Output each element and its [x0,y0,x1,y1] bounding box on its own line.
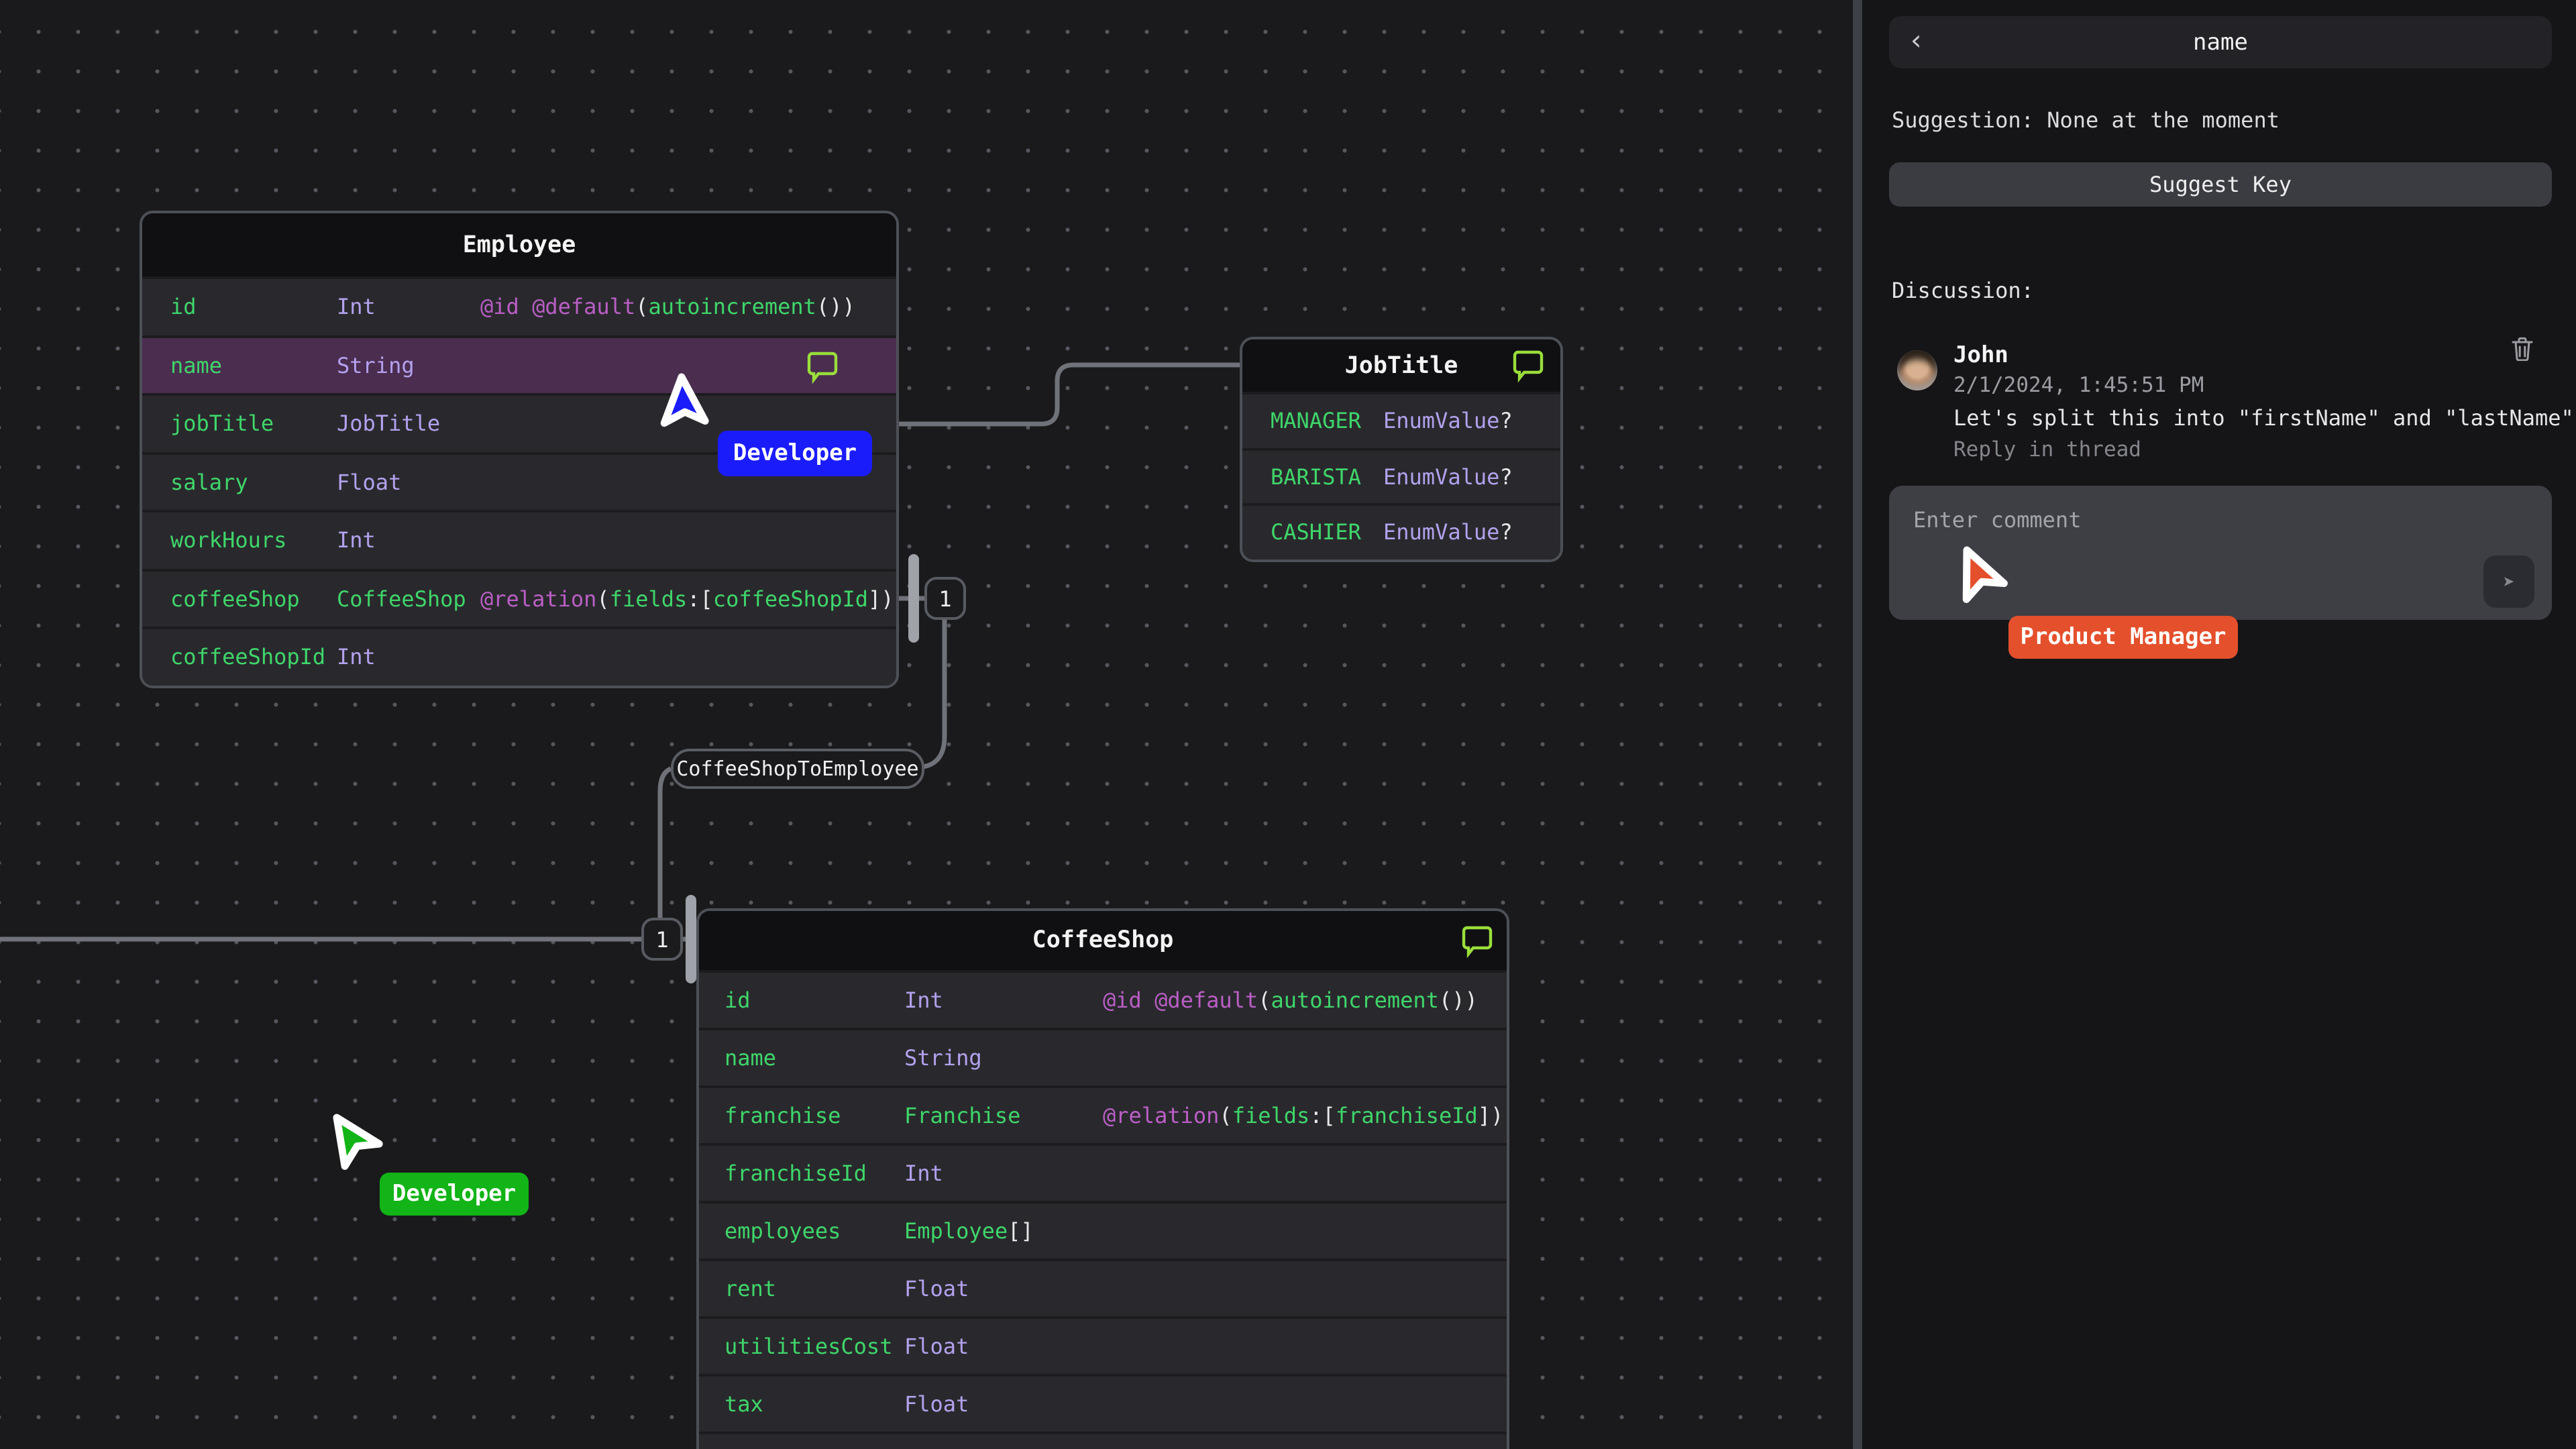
field-detail-sidebar: ‹ name Suggestion: None at the moment Su… [1862,0,2576,1449]
field-type: Float [904,1391,969,1417]
wire-label-to-coffeeshop [657,766,672,918]
enum-value-type: EnumValue? [1383,408,1513,434]
back-chevron-icon[interactable]: ‹ [1908,21,1925,60]
discussion-heading: Discussion: [1892,278,2034,303]
table-row-selected[interactable]: name String [142,335,896,393]
wire-badge-to-label [917,620,947,770]
schema-canvas[interactable]: Employee id Int @id @default(autoincreme… [0,0,1853,1449]
field-name: employees [724,1218,841,1244]
field-type: String [337,352,415,378]
field-type: Float [337,469,402,495]
send-comment-button[interactable]: ➤ [2483,555,2534,608]
table-row[interactable]: name String [699,1028,1507,1085]
field-type: Float [904,1334,969,1359]
table-row[interactable]: MANAGER EnumValue? [1242,392,1560,448]
table-row[interactable]: id Int @id @default(autoincrement()) [699,970,1507,1028]
field-type: Franchise [904,1103,1021,1128]
suggestion-text: Suggestion: None at the moment [1892,107,2279,133]
field-type: JobTitle [337,411,441,437]
field-attributes: @id @default(autoincrement()) [1103,987,1478,1013]
sidebar-title: name [2193,29,2248,56]
field-name: franchiseId [724,1161,867,1186]
comment-author: John [1953,342,2008,369]
field-name: id [724,987,751,1013]
cardinality-badge: 1 [924,577,966,620]
table-row[interactable]: workHours Int [142,510,896,568]
field-name: franchise [724,1103,841,1128]
table-header[interactable]: Employee [142,213,896,276]
field-name: rent [724,1276,777,1301]
cursor-label-product-manager: Product Manager [2008,616,2238,659]
field-attributes: @id @default(autoincrement()) [480,294,855,320]
comment-body: Let's split this into "firstName" and "l… [1953,405,2574,431]
field-attributes: @relation(fields:[franchiseId]) [1103,1103,1504,1128]
table-title: JobTitle [1344,352,1458,379]
field-name: id [170,294,197,320]
field-name: tax [724,1391,763,1417]
table-row[interactable]: employees Employee[] [699,1201,1507,1258]
field-name: utilitiesCost [724,1334,893,1359]
field-type: Employee[] [904,1218,1034,1244]
relation-label[interactable]: CoffeeShopToEmployee [671,749,924,789]
field-type: Int [337,644,376,670]
cursor-label-developer: Developer [380,1173,529,1216]
comment-bubble-icon[interactable] [1512,349,1544,382]
table-row[interactable]: franchiseId Int [699,1143,1507,1201]
table-title: CoffeeShop [1032,927,1174,954]
delete-comment-icon[interactable] [2512,337,2533,362]
table-row[interactable]: franchise Franchise @relation(fields:[fr… [699,1085,1507,1143]
wire-employee-jobtitle [899,362,1240,427]
table-row[interactable]: utilitiesCost Float [699,1316,1507,1374]
field-name: name [724,1045,777,1071]
field-type: CoffeeShop [337,586,466,612]
table-title: Employee [462,231,576,258]
field-name: name [170,352,223,378]
avatar [1897,350,1937,390]
enum-value-name: MANAGER [1271,408,1361,434]
comment-bubble-icon[interactable] [806,350,839,383]
table-row[interactable]: coffeeShopId Int [142,627,896,685]
field-name: salary [170,469,248,495]
table-header[interactable]: CoffeeShop [699,911,1507,970]
comment-bubble-icon[interactable] [1461,924,1493,958]
comment-timestamp: 2/1/2024, 1:45:51 PM [1953,373,2204,397]
collaborator-cursor-product-manager [1956,541,2026,616]
enum-value-name: CASHIER [1271,519,1361,545]
table-row[interactable]: coffeeShop CoffeeShop @relation(fields:[… [142,568,896,627]
field-type: Int [904,1161,943,1186]
table-row[interactable]: tax Float [699,1374,1507,1432]
schema-editor-app: Employee id Int @id @default(autoincreme… [0,0,2576,1449]
table-row[interactable] [699,1432,1507,1449]
field-attributes: @relation(fields:[coffeeShopId]) [480,586,894,612]
cardinality-one-marker [686,895,696,983]
collaborator-cursor-developer [326,1108,396,1183]
cursor-label-developer: Developer [718,431,872,476]
table-row[interactable]: id Int @id @default(autoincrement()) [142,276,896,335]
field-name: coffeeShopId [170,644,326,670]
field-name: jobTitle [170,411,274,437]
field-name: workHours [170,527,287,553]
table-header[interactable]: JobTitle [1242,339,1560,392]
sidebar-header: ‹ name [1889,16,2552,68]
enum-value-type: EnumValue? [1383,464,1513,490]
field-type: Int [904,987,943,1013]
field-type: Int [337,527,376,553]
reply-in-thread-link[interactable]: Reply in thread [1953,437,2141,462]
suggest-key-button[interactable]: Suggest Key [1889,162,2552,207]
cardinality-badge: 1 [641,918,683,961]
field-type: Float [904,1276,969,1301]
enum-value-type: EnumValue? [1383,519,1513,545]
cardinality-one-marker [908,554,919,643]
enum-value-name: BARISTA [1271,464,1361,490]
field-name: coffeeShop [170,586,300,612]
entity-table-coffeeshop[interactable]: CoffeeShop id Int @id @default(autoincre… [696,908,1509,1449]
field-type: String [904,1045,982,1071]
panel-divider[interactable] [1853,0,1862,1449]
field-type: Int [337,294,376,320]
table-row[interactable]: CASHIER EnumValue? [1242,503,1560,559]
table-row[interactable]: rent Float [699,1258,1507,1316]
send-icon: ➤ [2502,570,2516,594]
table-row[interactable]: BARISTA EnumValue? [1242,447,1560,504]
entity-table-jobtitle[interactable]: JobTitle MANAGER EnumValue? BARISTA Enum… [1240,337,1563,562]
